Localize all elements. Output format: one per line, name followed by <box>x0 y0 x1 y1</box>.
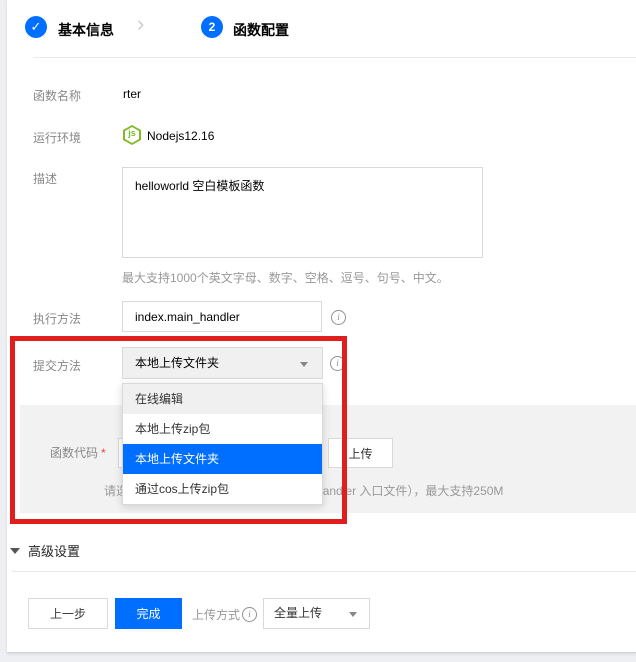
handler-input[interactable] <box>122 301 322 332</box>
dropdown-option-local-zip[interactable]: 本地上传zip包 <box>123 414 322 444</box>
handler-label: 执行方法 <box>33 310 81 327</box>
required-asterisk: * <box>101 446 106 460</box>
upload-mode-label-wrap: 上传方式 i <box>192 606 257 623</box>
function-name-value: rter <box>123 87 141 101</box>
upload-mode-select[interactable]: 全量上传 <box>263 598 370 629</box>
triangle-down-icon <box>10 548 20 554</box>
description-label: 描述 <box>33 170 57 187</box>
description-hint: 最大支持1000个英文字母、数字、空格、逗号、句号、中文。 <box>122 269 449 286</box>
advanced-settings-toggle[interactable]: 高级设置 <box>10 541 80 560</box>
handler-info-icon[interactable]: i <box>331 310 346 325</box>
prev-step-button[interactable]: 上一步 <box>28 598 108 629</box>
step1-label: 基本信息 <box>58 20 114 40</box>
chevron-down-icon <box>349 612 357 617</box>
submit-method-select[interactable]: 本地上传文件夹 <box>122 347 323 379</box>
submit-info-icon[interactable]: i <box>330 356 345 371</box>
upload-mode-info-icon[interactable]: i <box>242 607 257 622</box>
dropdown-option-online-edit[interactable]: 在线编辑 <box>123 384 322 414</box>
finish-button[interactable]: 完成 <box>115 598 182 629</box>
advanced-settings-label: 高级设置 <box>28 541 80 560</box>
chevron-right-icon: › <box>137 13 144 35</box>
upload-mode-label: 上传方式 <box>192 606 240 623</box>
upload-mode-value: 全量上传 <box>274 606 322 620</box>
step2-number: 2 <box>209 20 216 34</box>
runtime-value: Nodejs12.16 <box>147 129 214 143</box>
function-code-label-wrap: 函数代码* <box>50 444 106 461</box>
dropdown-option-cos-zip[interactable]: 通过cos上传zip包 <box>123 474 322 504</box>
step2-badge: 2 <box>201 16 223 38</box>
step1-check-icon: ✓ <box>25 16 47 38</box>
runtime-label: 运行环境 <box>33 129 81 146</box>
nodejs-icon-text: js <box>123 128 141 138</box>
advanced-divider <box>12 571 636 572</box>
description-textarea[interactable]: helloworld 空白模板函数 <box>122 167 483 258</box>
check-icon: ✓ <box>31 19 42 35</box>
function-code-label: 函数代码 <box>50 446 98 460</box>
submit-method-label: 提交方法 <box>33 357 81 374</box>
dropdown-option-local-folder[interactable]: 本地上传文件夹 <box>123 444 322 474</box>
step2-label: 函数配置 <box>233 20 289 40</box>
submit-method-value: 本地上传文件夹 <box>135 356 219 370</box>
nodejs-icon: js <box>123 125 141 145</box>
submit-method-dropdown-menu: 在线编辑 本地上传zip包 本地上传文件夹 通过cos上传zip包 <box>122 383 323 505</box>
chevron-down-icon <box>300 362 308 367</box>
header-divider <box>33 57 636 58</box>
upload-button[interactable]: 上传 <box>328 438 393 468</box>
function-name-label: 函数名称 <box>33 87 81 104</box>
